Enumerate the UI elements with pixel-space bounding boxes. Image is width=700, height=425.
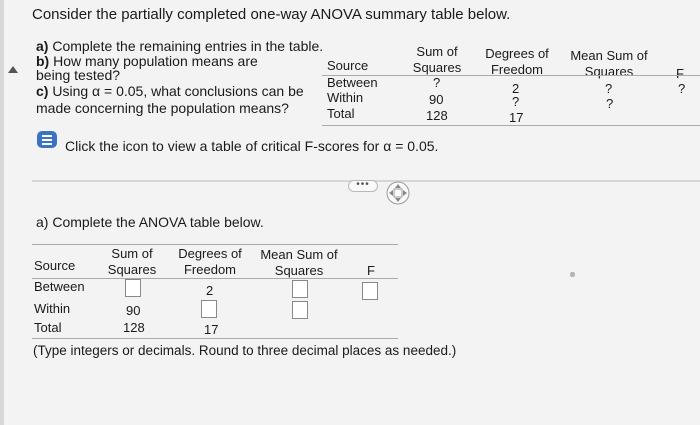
answer-title: a) Complete the ANOVA table below. [36, 214, 264, 230]
part-a-body: Complete the remaining entries in the ta… [52, 38, 324, 54]
summary-row-between-ss: ? [433, 75, 441, 90]
summary-bottom-divider [322, 125, 700, 126]
answer-total-ss: 128 [123, 320, 145, 335]
part-a-label: a) [36, 38, 49, 54]
more-options-button[interactable]: ••• [348, 180, 378, 192]
answer-header-df-2: Freedom [183, 262, 237, 277]
answer-bottom-divider [32, 338, 398, 339]
answer-header-ms-1: Mean Sum of [260, 247, 338, 262]
decorative-dot [570, 272, 575, 277]
answer-header-source: Source [34, 258, 76, 273]
summary-row-between-ms: ? [605, 81, 613, 96]
answer-header-df-1: Degrees of [178, 246, 242, 261]
answer-row-total-label: Total [34, 320, 62, 335]
summary-row-between-source: Between [327, 75, 378, 90]
within-ms-input[interactable] [292, 301, 308, 319]
between-f-input[interactable] [362, 282, 378, 300]
answer-within-ss: 90 [126, 303, 141, 318]
answer-instruction-note: (Type integers or decimals. Round to thr… [33, 343, 457, 358]
summary-header-df: Degrees of Freedom [482, 46, 552, 78]
summary-header-ms-1: Mean Sum of [570, 48, 648, 63]
summary-row-within-source: Within [327, 90, 364, 105]
answer-row-within-label: Within [34, 301, 71, 316]
part-a-text: a) Complete the remaining entries in the… [36, 38, 323, 54]
table-icon[interactable] [37, 131, 57, 148]
answer-header-ss-1: Sum of [111, 246, 153, 261]
move-icon[interactable] [385, 180, 411, 206]
summary-header-source: Source [327, 58, 369, 73]
answer-header-f: F [367, 263, 375, 278]
summary-row-within-df: ? [512, 94, 520, 109]
between-ss-input[interactable] [125, 279, 141, 297]
part-b-body-2: being tested? [36, 67, 121, 83]
critical-f-link-text: Click the icon to view a table of critic… [65, 138, 439, 154]
summary-row-within-ms: ? [606, 96, 614, 111]
answer-between-df: 2 [206, 283, 214, 298]
summary-row-total-df: 17 [509, 110, 524, 125]
answer-total-df: 17 [204, 322, 219, 337]
part-c-body-2: made concerning the population means? [36, 100, 289, 116]
answer-header-df: Degrees of Freedom [174, 246, 246, 278]
answer-header-ss: Sum of Squares [104, 246, 160, 278]
summary-header-ss-2: Squares [412, 60, 462, 75]
summary-row-total-source: Total [327, 106, 355, 121]
within-df-input[interactable] [201, 300, 217, 318]
between-ms-input[interactable] [292, 280, 308, 298]
answer-top-divider [32, 244, 398, 245]
answer-header-divider [32, 278, 398, 279]
summary-row-total-ss: 128 [426, 108, 448, 123]
answer-header-ms-2: Squares [274, 263, 324, 278]
collapse-arrow-icon[interactable] [8, 66, 18, 73]
answer-header-ss-2: Squares [107, 262, 157, 277]
part-c-label: c) [36, 83, 49, 99]
answer-row-between-label: Between [34, 279, 85, 294]
summary-header-ss-1: Sum of [416, 44, 458, 59]
part-c-body-1: Using α = 0.05, what conclusions can be [52, 83, 304, 99]
summary-header-ss: Sum of Squares [412, 44, 462, 76]
question-title: Consider the partially completed one-way… [32, 6, 511, 23]
summary-header-f: F [676, 66, 684, 81]
part-c-text: c) Using α = 0.05, what conclusions can … [36, 83, 304, 99]
answer-header-ms: Mean Sum of Squares [256, 247, 342, 279]
summary-row-between-f: ? [678, 81, 686, 96]
summary-header-df-1: Degrees of [485, 46, 549, 61]
summary-header-ms-2: Squares [584, 64, 634, 79]
summary-header-divider [322, 75, 700, 76]
summary-row-within-ss: 90 [429, 92, 444, 107]
left-scroll-bar [0, 0, 4, 425]
